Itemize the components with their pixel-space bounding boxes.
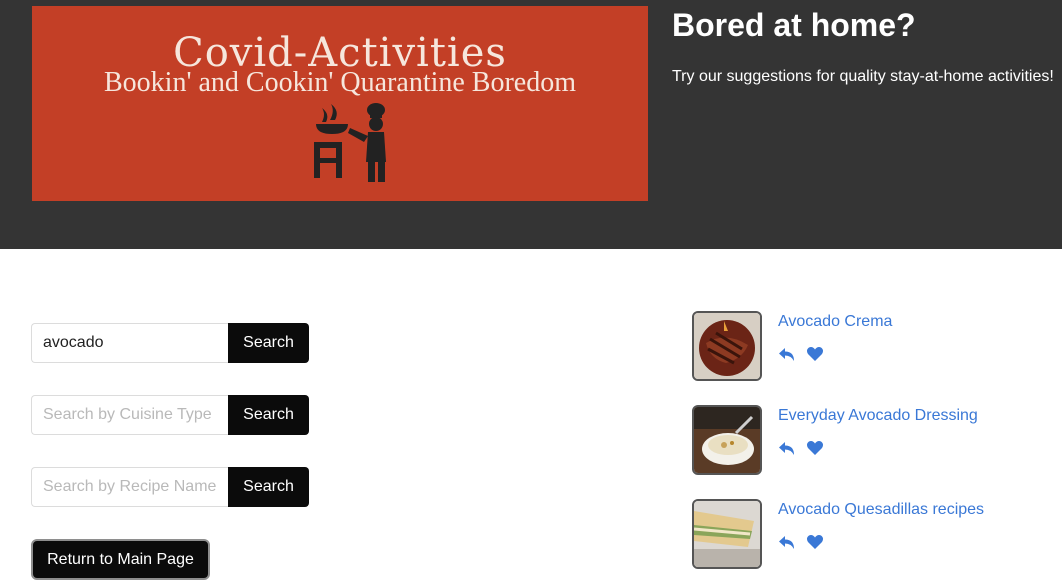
cuisine-search-form: Search <box>31 395 309 435</box>
heart-icon[interactable] <box>806 439 824 457</box>
chef-cooking-icon <box>314 103 386 182</box>
recipe-result-item: Avocado Crema <box>692 311 1032 381</box>
quesadilla-photo[interactable] <box>692 499 762 569</box>
recipe-result-item: Everyday Avocado Dressing <box>692 405 1032 475</box>
result-actions <box>778 345 824 363</box>
result-actions <box>778 533 824 551</box>
reply-icon[interactable] <box>778 345 796 363</box>
grilled-steak-photo[interactable] <box>692 311 762 381</box>
banner-subtitle: Bookin' and Cookin' Quarantine Boredom <box>103 67 577 98</box>
ingredient-search-input[interactable] <box>31 323 228 363</box>
recipe-name-search-button[interactable]: Search <box>228 467 309 507</box>
reply-icon[interactable] <box>778 533 796 551</box>
page-tagline: Try our suggestions for quality stay-at-… <box>672 68 1054 85</box>
page-headline: Bored at home? <box>672 7 916 43</box>
cuisine-search-input[interactable] <box>31 395 228 435</box>
return-to-main-button[interactable]: Return to Main Page <box>31 539 210 580</box>
reply-icon[interactable] <box>778 439 796 457</box>
heart-icon[interactable] <box>806 345 824 363</box>
result-actions <box>778 439 824 457</box>
dressing-bowl-photo[interactable] <box>692 405 762 475</box>
recipe-result-title[interactable]: Everyday Avocado Dressing <box>778 407 978 425</box>
recipe-result-item: Avocado Quesadillas recipes <box>692 499 1032 569</box>
cuisine-search-button[interactable]: Search <box>228 395 309 435</box>
hero-section: Covid-Activities Bookin' and Cookin' Qua… <box>0 0 1062 249</box>
site-banner: Covid-Activities Bookin' and Cookin' Qua… <box>32 6 648 201</box>
recipe-name-search-input[interactable] <box>31 467 228 507</box>
heart-icon[interactable] <box>806 533 824 551</box>
recipe-result-title[interactable]: Avocado Crema <box>778 313 892 331</box>
recipe-result-title[interactable]: Avocado Quesadillas recipes <box>778 501 984 519</box>
ingredient-search-form: Search <box>31 323 309 363</box>
ingredient-search-button[interactable]: Search <box>228 323 309 363</box>
recipe-name-search-form: Search <box>31 467 309 507</box>
